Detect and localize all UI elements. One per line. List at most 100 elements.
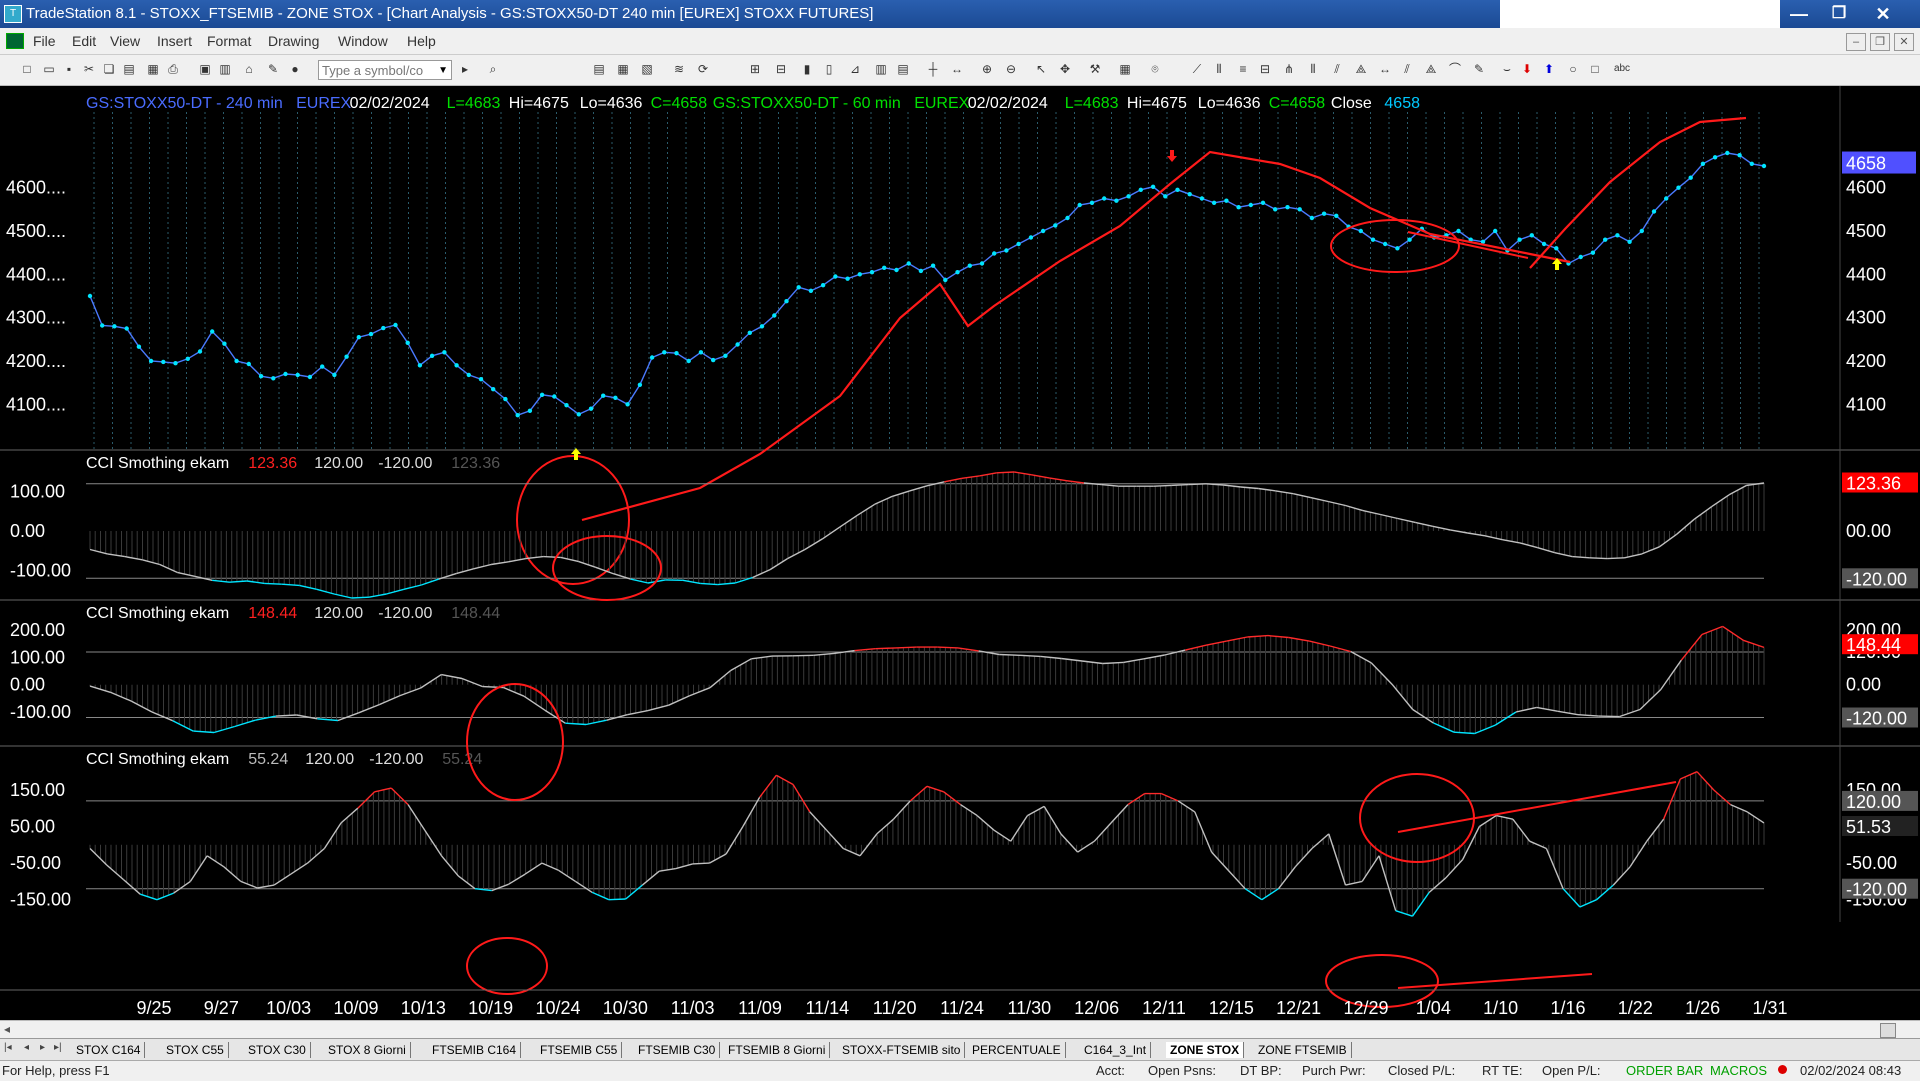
cci-line-segment[interactable]: [944, 792, 961, 805]
cci-line-segment[interactable]: [1597, 885, 1614, 900]
price-point[interactable]: [797, 285, 801, 289]
cci-line-segment[interactable]: [1328, 502, 1345, 506]
cci-line-segment[interactable]: [1014, 472, 1031, 475]
cci-line-segment[interactable]: [626, 885, 643, 899]
cci-line-segment[interactable]: [1247, 636, 1268, 637]
price-point[interactable]: [1737, 153, 1741, 157]
cci-line-segment[interactable]: [1020, 655, 1041, 656]
cci-line-segment[interactable]: [877, 819, 894, 834]
circle-annotation[interactable]: [1331, 220, 1459, 272]
symbol-input[interactable]: Type a symbol/co ▼: [318, 60, 452, 80]
cci-line-segment[interactable]: [578, 561, 595, 567]
price-point[interactable]: [1640, 229, 1644, 233]
cci-line-segment[interactable]: [1613, 867, 1630, 885]
price-point[interactable]: [809, 289, 813, 293]
price-point[interactable]: [1065, 216, 1069, 220]
cci-line-segment[interactable]: [214, 727, 235, 733]
cci-line-segment[interactable]: [561, 557, 579, 561]
volume-icon[interactable]: ▥: [874, 62, 888, 76]
cci-line-segment[interactable]: [341, 808, 358, 823]
price-point[interactable]: [674, 351, 678, 355]
price-point[interactable]: [234, 359, 238, 363]
cci-line-segment[interactable]: [683, 580, 700, 583]
cci-line-segment[interactable]: [1677, 519, 1695, 534]
cci-line-segment[interactable]: [1513, 819, 1530, 841]
cci-line-segment[interactable]: [1311, 498, 1329, 502]
price-point[interactable]: [283, 372, 287, 376]
cci-line-segment[interactable]: [1495, 712, 1516, 725]
price-point[interactable]: [772, 313, 776, 317]
price-point[interactable]: [1517, 238, 1521, 242]
price-point[interactable]: [845, 277, 849, 281]
drag-icon[interactable]: ✥: [1058, 62, 1072, 76]
cci-line-segment[interactable]: [1607, 558, 1624, 559]
price-point[interactable]: [1004, 248, 1008, 252]
cci-line-segment[interactable]: [264, 583, 281, 584]
price-point[interactable]: [1456, 229, 1460, 233]
scroll-left-icon[interactable]: ◂: [4, 1022, 10, 1036]
cci-line-segment[interactable]: [421, 675, 442, 688]
price-point[interactable]: [723, 354, 727, 358]
cci-line-segment[interactable]: [1061, 834, 1078, 852]
spacing-icon[interactable]: ↔: [950, 62, 964, 76]
cci-line-segment[interactable]: [793, 785, 810, 812]
gann-fan-icon[interactable]: ⟁: [1354, 62, 1368, 76]
price-point[interactable]: [968, 264, 972, 268]
refresh-icon[interactable]: ⟳: [696, 62, 710, 76]
line-chart-icon[interactable]: ⊿: [848, 62, 862, 76]
price-point[interactable]: [344, 355, 348, 359]
cci-line-segment[interactable]: [1044, 806, 1061, 834]
price-point[interactable]: [1407, 238, 1411, 242]
price-point[interactable]: [369, 332, 373, 336]
price-point[interactable]: [516, 413, 520, 417]
price-point[interactable]: [821, 283, 825, 287]
trendline-annotation[interactable]: [1398, 782, 1676, 832]
parallel-lines-icon[interactable]: ⫽: [1400, 62, 1414, 76]
cci-line-segment[interactable]: [576, 881, 593, 892]
cci-line-segment[interactable]: [1413, 892, 1430, 916]
price-point[interactable]: [381, 326, 385, 330]
price-point[interactable]: [112, 324, 116, 328]
cci-line-segment[interactable]: [474, 565, 492, 569]
cci-line-segment[interactable]: [718, 583, 735, 585]
window-icon[interactable]: ▥: [218, 62, 232, 76]
price-point[interactable]: [198, 349, 202, 353]
price-point[interactable]: [955, 270, 959, 274]
cci-line-segment[interactable]: [107, 865, 124, 880]
cci-line-segment[interactable]: [1049, 478, 1066, 481]
maximize-button[interactable]: ❐: [1820, 2, 1858, 26]
cci-line-segment[interactable]: [1572, 557, 1589, 558]
menu-file[interactable]: File: [33, 33, 56, 49]
cci-line-segment[interactable]: [896, 647, 917, 648]
document-icon[interactable]: [6, 33, 24, 49]
fib-lines-icon[interactable]: ⫴: [1306, 62, 1320, 76]
price-point[interactable]: [173, 361, 177, 365]
new-icon[interactable]: □: [20, 62, 34, 76]
cci-line-segment[interactable]: [257, 885, 274, 888]
price-point[interactable]: [479, 377, 483, 381]
channel-icon[interactable]: ⊟: [1258, 62, 1272, 76]
price-point[interactable]: [601, 394, 605, 398]
price-point[interactable]: [320, 364, 324, 368]
cci-line-segment[interactable]: [1379, 856, 1396, 911]
tab-zone-ftsemib[interactable]: ZONE FTSEMIB: [1254, 1042, 1352, 1058]
cci-line-segment[interactable]: [1580, 900, 1597, 907]
price-point[interactable]: [137, 345, 141, 349]
cci-line-segment[interactable]: [1165, 650, 1186, 655]
price-point[interactable]: [1151, 185, 1155, 189]
rectangle-icon[interactable]: □: [1588, 62, 1602, 76]
cci-line-segment[interactable]: [1647, 819, 1664, 841]
matrix-icon[interactable]: ▦: [616, 62, 630, 76]
cci-line-segment[interactable]: [369, 594, 386, 597]
cci-line-segment[interactable]: [843, 849, 860, 856]
tab-stox-c30[interactable]: STOX C30: [244, 1042, 311, 1058]
price-point[interactable]: [406, 341, 410, 345]
cci-line-segment[interactable]: [810, 812, 827, 830]
price-point[interactable]: [467, 373, 471, 377]
cci-line-segment[interactable]: [1171, 485, 1189, 486]
cci-line-segment[interactable]: [542, 863, 559, 870]
cci-line-segment[interactable]: [586, 720, 607, 724]
cci-line-segment[interactable]: [944, 478, 962, 482]
price-point[interactable]: [858, 272, 862, 276]
speed-lines-icon[interactable]: ⫽: [1330, 62, 1344, 76]
